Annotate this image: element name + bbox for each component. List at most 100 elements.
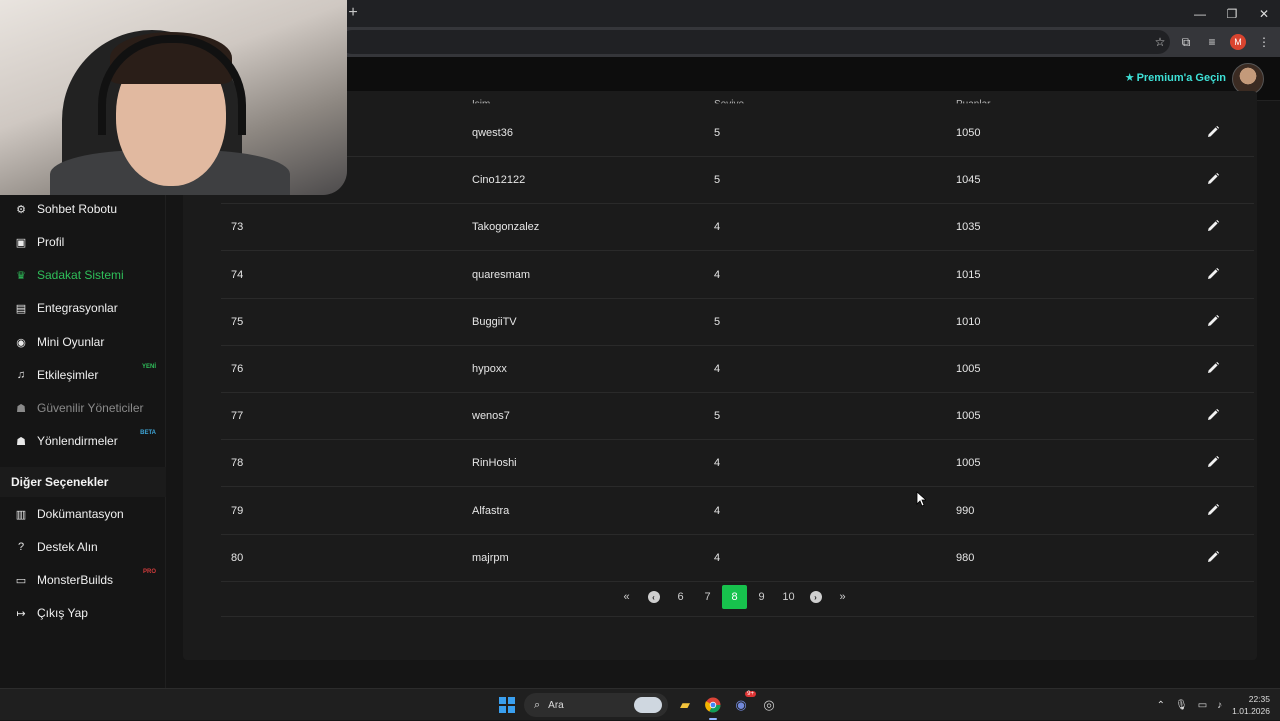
- table-row: 80 majrpm 4 980: [221, 535, 1254, 582]
- discord-badge: 9+: [745, 691, 756, 697]
- cell-level: 4: [714, 504, 721, 517]
- cell-rank: 75: [231, 315, 244, 328]
- laptop-icon: ▭: [15, 574, 27, 587]
- sidebar-item-g-venilir-y-neticiler[interactable]: ☗ Güvenilir Yöneticiler: [0, 395, 166, 421]
- integrations-icon: ▤: [15, 302, 27, 315]
- cell-level: 5: [714, 410, 721, 423]
- premium-link[interactable]: ★ Premium'a Geçin: [1125, 71, 1226, 84]
- sidebar-item-label: Çıkış Yap: [37, 606, 88, 620]
- clock-time: 22:35: [1248, 694, 1270, 704]
- prev-page-button[interactable]: ‹: [640, 585, 667, 609]
- users-cog-icon: ☗: [16, 402, 26, 415]
- cell-level: 4: [714, 268, 721, 281]
- pencil-icon[interactable]: [1206, 455, 1220, 469]
- minimize-button[interactable]: —: [1184, 0, 1216, 27]
- cell-name: quaresmam: [472, 268, 531, 281]
- sidebar-item-monsterbuilds[interactable]: ▭ MonsterBuilds PRO: [0, 567, 166, 593]
- table-row: 77 wenos7 5 1005: [221, 393, 1254, 441]
- obs-icon[interactable]: ◎: [758, 694, 780, 716]
- file-explorer-icon[interactable]: ▰: [674, 694, 696, 716]
- taskbar: ⌕ Ara ▰ ◉ 9+ ◎ ⌃ 🎙 ▭ ♪ 22:35 1.01.2026: [0, 688, 1280, 720]
- start-button[interactable]: [496, 694, 518, 716]
- next-page-button[interactable]: ›: [802, 585, 829, 609]
- pencil-icon[interactable]: [1206, 550, 1220, 564]
- cell-name: majrpm: [472, 551, 509, 564]
- gamepad-icon: ◉: [16, 336, 26, 349]
- sidebar-item-mini-oyunlar[interactable]: ◉ Mini Oyunlar: [0, 329, 166, 355]
- id-card-icon: ▣: [15, 236, 27, 249]
- discord-icon[interactable]: ◉ 9+: [730, 691, 756, 716]
- extensions-icon[interactable]: ⧉: [1178, 34, 1194, 50]
- pencil-icon[interactable]: [1206, 503, 1220, 517]
- cell-level: 4: [714, 221, 721, 234]
- sidebar-item-destek-al-n[interactable]: ? Destek Alın: [0, 534, 166, 560]
- sidebar-item-sadakat-sistemi[interactable]: ♛ Sadakat Sistemi: [0, 262, 166, 288]
- table-row: 76 hypoxx 4 1005: [221, 346, 1254, 393]
- chevron-up-icon[interactable]: ⌃: [1157, 700, 1165, 711]
- address-bar[interactable]: [340, 30, 1170, 54]
- pencil-icon[interactable]: [1206, 361, 1220, 375]
- table-row: Cino12122 5 1045: [221, 157, 1254, 205]
- cell-points: 1005: [956, 457, 981, 470]
- page-8-current[interactable]: 8: [722, 585, 747, 609]
- sidebar-item-y-nlendirmeler[interactable]: ☗ Yönlendirmeler BETA: [0, 428, 166, 454]
- pencil-icon[interactable]: [1206, 408, 1220, 422]
- sidebar-item-label: Dokümantasyon: [37, 507, 124, 521]
- pencil-icon[interactable]: [1206, 125, 1220, 139]
- cell-points: 980: [956, 551, 975, 564]
- cell-points: 990: [956, 504, 975, 517]
- cell-rank: 73: [231, 221, 244, 234]
- close-window-button[interactable]: ✕: [1248, 0, 1280, 27]
- pencil-icon[interactable]: [1206, 314, 1220, 328]
- sidebar-item-entegrasyonlar[interactable]: ▤ Entegrasyonlar: [0, 295, 166, 321]
- profile-icon[interactable]: M: [1230, 34, 1246, 50]
- table-row: 78 RinHoshi 4 1005: [221, 440, 1254, 488]
- cell-level: 5: [714, 127, 721, 139]
- pencil-icon[interactable]: [1206, 267, 1220, 281]
- media-icon[interactable]: ≡: [1204, 34, 1220, 50]
- cell-name: Alfastra: [472, 504, 510, 517]
- page-7[interactable]: 7: [694, 585, 721, 609]
- monitor-icon[interactable]: ▭: [1198, 700, 1207, 711]
- sidebar-item-dok-mantasyon[interactable]: ▥ Dokümantasyon: [0, 501, 166, 527]
- sidebar-item-label: Entegrasyonlar: [37, 301, 118, 315]
- page-10[interactable]: 10: [775, 585, 802, 609]
- question-circle-icon: ?: [17, 541, 25, 553]
- table-row: 75 BuggiiTV 5 1010: [221, 299, 1254, 346]
- taskbar-search[interactable]: ⌕ Ara: [524, 693, 668, 717]
- sidebar-item--k-yap[interactable]: ↦ Çıkış Yap: [0, 600, 166, 626]
- trophy-icon: ♛: [16, 269, 26, 282]
- bookmark-star-icon[interactable]: ☆: [1152, 34, 1168, 50]
- cell-rank: 76: [231, 363, 244, 375]
- cell-name: Takogonzalez: [472, 221, 540, 234]
- cell-points: 1005: [956, 410, 981, 423]
- sidebar-badge: YENİ: [141, 364, 156, 370]
- restore-button[interactable]: ❐: [1216, 0, 1248, 27]
- page-9[interactable]: 9: [748, 585, 775, 609]
- chrome-icon[interactable]: [702, 694, 724, 720]
- cell-points: 1010: [956, 315, 981, 328]
- new-tab-button[interactable]: +: [346, 4, 360, 22]
- clock[interactable]: 22:35 1.01.2026: [1232, 693, 1270, 717]
- sidebar-badge: BETA: [140, 430, 156, 436]
- microphone-icon[interactable]: 🎙: [1175, 700, 1188, 711]
- sidebar-badge: PRO: [142, 569, 156, 575]
- cell-name: RinHoshi: [472, 457, 517, 470]
- cell-level: 5: [714, 174, 721, 187]
- pencil-icon[interactable]: [1206, 172, 1220, 186]
- cell-level: 5: [714, 315, 721, 328]
- sidebar-item-etkile-imler[interactable]: ♫ Etkileşimler YENİ: [0, 362, 166, 388]
- header-points: Puanlar: [956, 99, 991, 110]
- search-label: Ara: [548, 699, 564, 711]
- pencil-icon[interactable]: [1206, 219, 1220, 233]
- sidebar-item-profil[interactable]: ▣ Profil: [0, 229, 166, 255]
- chevron-right-icon: ›: [809, 591, 822, 603]
- users-icon: ☗: [16, 435, 26, 448]
- menu-icon[interactable]: ⋮: [1256, 34, 1272, 50]
- first-page-button[interactable]: «: [613, 585, 640, 609]
- sidebar-item-sohbet-robotu[interactable]: ⚙ Sohbet Robotu: [0, 196, 166, 222]
- volume-icon[interactable]: ♪: [1217, 700, 1222, 711]
- last-page-button[interactable]: »: [829, 585, 856, 609]
- sidebar-item-label: Sohbet Robotu: [37, 202, 118, 216]
- page-6[interactable]: 6: [667, 585, 694, 609]
